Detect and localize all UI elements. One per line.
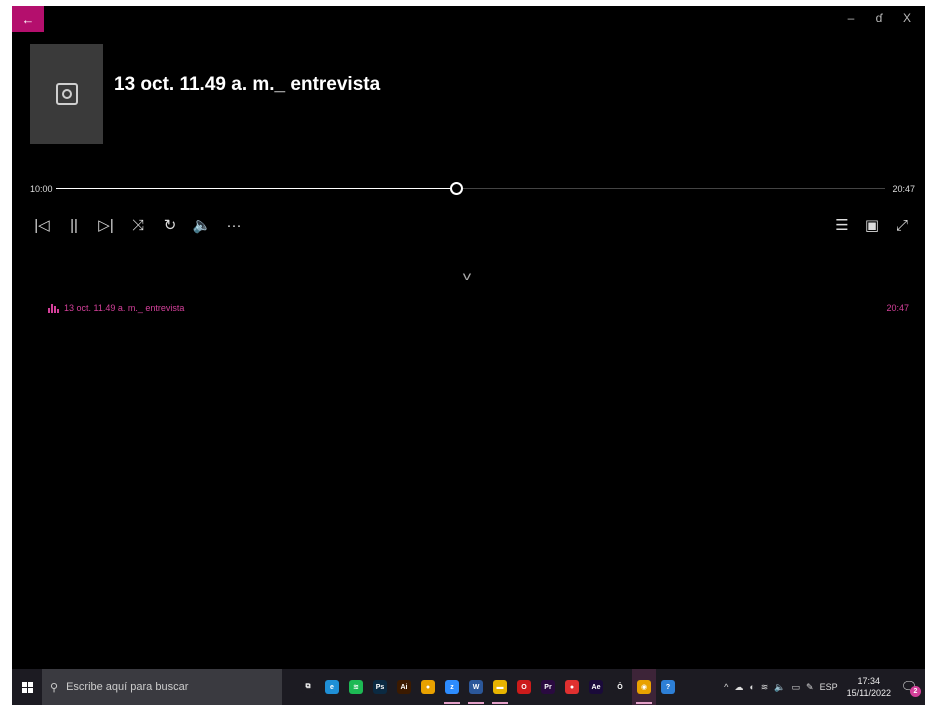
chrome-icon: ●	[421, 680, 435, 694]
transport-controls: |◁ || ▷| ⤨ ↻ 🔈 ···	[26, 213, 250, 237]
notification-count: 2	[910, 686, 921, 697]
wifi-icon[interactable]: ≋	[761, 682, 769, 693]
collapse-chevron-icon[interactable]: v	[463, 269, 471, 283]
seek-thumb[interactable]	[450, 182, 464, 195]
media-player-icon: ◉	[637, 680, 651, 694]
back-arrow-icon: ←	[21, 11, 35, 27]
taskbar-app-task-view[interactable]: ⧉	[296, 669, 320, 705]
system-tray: ^ ☁ ◐ ≋ 🔈 ▭ ✎ ESP 17:34 15/11/2022 🗨 2	[721, 669, 925, 705]
playlist-item-name: 13 oct. 11.49 a. m._ entrevista	[64, 303, 185, 313]
minimize-button[interactable]: –	[837, 11, 865, 25]
language-indicator[interactable]: ESP	[820, 682, 838, 692]
window-controls: – ɗ X	[837, 11, 921, 25]
repeat-button[interactable]: ↻	[154, 213, 186, 237]
opera-icon: O	[517, 680, 531, 694]
seek-bar[interactable]	[56, 182, 885, 195]
clock[interactable]: 17:34 15/11/2022	[847, 675, 891, 699]
media-player-window: ← – ɗ X 13 oct. 11.49 a. m._ entrevista …	[12, 6, 925, 705]
search-box[interactable]: ⚲ Escribe aquí para buscar	[42, 669, 282, 705]
volume-icon[interactable]: 🔈	[774, 682, 785, 693]
current-time: 10:00	[30, 184, 53, 194]
word-icon: W	[469, 680, 483, 694]
file-explorer-icon: ▬	[493, 680, 507, 694]
battery-icon[interactable]: ▭	[792, 682, 801, 693]
taskbar-app-illustrator[interactable]: Ai	[392, 669, 416, 705]
onedrive-icon[interactable]: ☁	[734, 682, 743, 693]
taskbar-app-opera[interactable]: O	[512, 669, 536, 705]
search-placeholder: Escribe aquí para buscar	[66, 681, 189, 693]
track-title: 13 oct. 11.49 a. m._ entrevista	[114, 74, 381, 95]
taskbar-app-photoshop[interactable]: Ps	[368, 669, 392, 705]
clock-date: 15/11/2022	[846, 688, 891, 698]
task-view-icon: ⧉	[301, 680, 315, 694]
zoom-icon: z	[445, 680, 459, 694]
spotify-icon: ≋	[349, 680, 363, 694]
total-time: 20:47	[892, 184, 915, 194]
taskbar-app-record[interactable]: ●	[560, 669, 584, 705]
close-button[interactable]: X	[893, 11, 921, 25]
taskbar-app-chrome[interactable]: ●	[416, 669, 440, 705]
volume-button[interactable]: 🔈	[186, 213, 218, 237]
view-controls: ☰ ▣ ⤢	[827, 213, 917, 237]
taskbar-app-after-effects[interactable]: Ae	[584, 669, 608, 705]
edge-icon: e	[325, 680, 339, 694]
premiere-icon: Pr	[541, 680, 555, 694]
taskbar-app-zoom[interactable]: z	[440, 669, 464, 705]
taskbar-app-helper[interactable]: ?	[656, 669, 680, 705]
now-playing-icon	[48, 302, 59, 315]
playlist-item-duration: 20:47	[886, 303, 909, 313]
photoshop-icon: Ps	[373, 680, 387, 694]
queue-button[interactable]: ☰	[827, 213, 857, 237]
more-options-button[interactable]: ···	[218, 213, 250, 237]
pause-button[interactable]: ||	[58, 213, 90, 237]
seek-bar-progress	[56, 188, 457, 189]
playlist-item[interactable]: 13 oct. 11.49 a. m._ entrevista 20:47	[48, 302, 909, 318]
taskbar-app-edge[interactable]: e	[320, 669, 344, 705]
previous-button[interactable]: |◁	[26, 213, 58, 237]
clock-time: 17:34	[857, 676, 881, 686]
taskbar-apps: ⧉ e ≋ Ps Ai ● z W ▬ O Pr ● Ae Ō ◉?	[296, 669, 680, 705]
album-art	[30, 44, 103, 144]
after-effects-icon: Ae	[589, 680, 603, 694]
taskbar-app-media-player[interactable]: ◉	[632, 669, 656, 705]
taskbar-app-spotify[interactable]: ≋	[344, 669, 368, 705]
restore-button[interactable]: ɗ	[865, 11, 893, 25]
helper-icon: ?	[661, 680, 675, 694]
speaker-icon	[55, 83, 78, 105]
taskbar-app-word[interactable]: W	[464, 669, 488, 705]
app-o-icon: Ō	[613, 680, 627, 694]
taskbar-app-file-explorer[interactable]: ▬	[488, 669, 512, 705]
taskbar-app-premiere[interactable]: Pr	[536, 669, 560, 705]
fullscreen-button[interactable]: ⤢	[887, 213, 917, 237]
windows-icon	[21, 681, 33, 693]
tray-chevron-icon[interactable]: ^	[724, 682, 728, 692]
shuffle-button[interactable]: ⤨	[122, 213, 154, 237]
network-icon[interactable]: ◐	[749, 682, 754, 692]
back-button[interactable]: ←	[12, 6, 44, 32]
notification-button[interactable]: 🗨 2	[899, 677, 921, 697]
next-button[interactable]: ▷|	[90, 213, 122, 237]
taskbar-app-app-o[interactable]: Ō	[608, 669, 632, 705]
record-icon: ●	[565, 680, 579, 694]
start-button[interactable]	[12, 669, 42, 705]
taskbar: ⚲ Escribe aquí para buscar ⧉ e ≋ Ps Ai ● z W ▬ O P…	[12, 669, 925, 705]
mini-view-button[interactable]: ▣	[857, 213, 887, 237]
pen-icon[interactable]: ✎	[806, 682, 814, 693]
search-icon: ⚲	[50, 681, 59, 694]
illustrator-icon: Ai	[397, 680, 411, 694]
